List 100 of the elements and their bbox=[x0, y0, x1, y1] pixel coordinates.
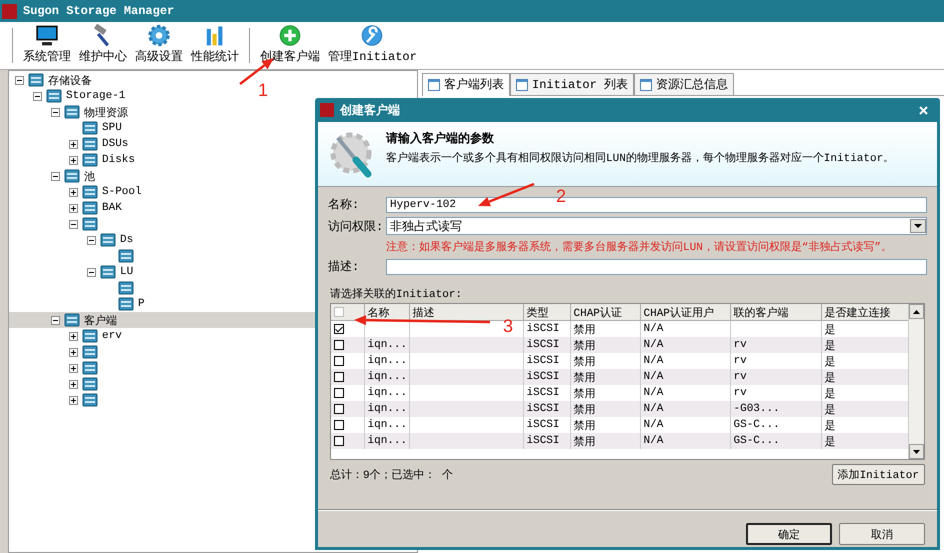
expand-icon[interactable] bbox=[69, 348, 78, 356]
toolbar-button[interactable]: 系统管理 bbox=[19, 22, 75, 69]
dialog-logo-icon bbox=[320, 103, 334, 117]
tree-item[interactable]: 客户端 bbox=[84, 312, 117, 328]
table-cell: 是 bbox=[824, 356, 836, 368]
collapse-icon[interactable] bbox=[51, 316, 60, 324]
device-icon bbox=[82, 121, 98, 135]
row-checkbox[interactable] bbox=[334, 388, 344, 398]
expand-icon[interactable] bbox=[69, 364, 78, 372]
tree-item[interactable]: SPU bbox=[102, 122, 122, 134]
table-cell: rv bbox=[734, 339, 747, 351]
table-cell: 禁用 bbox=[574, 404, 596, 416]
scroll-up-icon[interactable] bbox=[913, 310, 920, 314]
tree-item[interactable]: S-Pool bbox=[102, 186, 142, 198]
input-field[interactable] bbox=[386, 258, 927, 274]
expand-icon[interactable] bbox=[69, 396, 78, 404]
dialog-title: 创建客户端 bbox=[340, 102, 400, 118]
add-initiator-button[interactable]: 添加Initiator bbox=[832, 464, 925, 485]
table-cell: iqn... bbox=[368, 387, 408, 399]
tree-item[interactable]: P bbox=[138, 298, 145, 310]
field-label: 名称: bbox=[328, 197, 360, 213]
column-header[interactable]: CHAP认证用户 bbox=[640, 304, 730, 320]
table-cell: iqn... bbox=[368, 419, 408, 431]
tree-item[interactable]: erv bbox=[102, 330, 122, 342]
expand-icon[interactable] bbox=[69, 332, 78, 340]
expand-icon[interactable] bbox=[69, 188, 78, 196]
tree-item[interactable]: 物理资源 bbox=[84, 104, 128, 120]
column-header[interactable]: 是否建立连接 bbox=[821, 304, 908, 320]
row-checkbox[interactable] bbox=[334, 340, 344, 350]
toolbar-button[interactable]: 高级设置 bbox=[131, 22, 187, 69]
device-icon bbox=[28, 73, 44, 87]
expand-icon[interactable] bbox=[69, 380, 78, 388]
scroll-down-icon[interactable] bbox=[913, 450, 920, 454]
table-cell: 是 bbox=[824, 340, 836, 352]
table-cell: iqn... bbox=[368, 355, 408, 367]
row-checkbox[interactable] bbox=[334, 324, 344, 334]
collapse-icon[interactable] bbox=[51, 108, 60, 116]
table-cell: N/A bbox=[644, 387, 664, 399]
select-all-checkbox[interactable] bbox=[334, 307, 344, 317]
toolbar-button[interactable]: 管理Initiator bbox=[324, 22, 421, 69]
scrollbar[interactable] bbox=[908, 304, 924, 459]
table-cell: N/A bbox=[644, 339, 664, 351]
row-checkbox[interactable] bbox=[334, 372, 344, 382]
column-header[interactable]: CHAP认证 bbox=[570, 304, 640, 320]
tree-item[interactable]: Disks bbox=[102, 154, 136, 166]
table-cell: iSCSI bbox=[526, 371, 560, 383]
close-icon bbox=[919, 106, 928, 114]
row-checkbox[interactable] bbox=[334, 420, 344, 430]
table-cell: iqn... bbox=[368, 339, 408, 351]
dialog-button[interactable]: 取消 bbox=[839, 523, 925, 545]
table-cell: 禁用 bbox=[574, 420, 596, 432]
collapse-icon[interactable] bbox=[15, 76, 24, 84]
tab[interactable]: 客户端列表 bbox=[422, 73, 510, 96]
collapse-icon[interactable] bbox=[51, 172, 60, 180]
table-cell: 禁用 bbox=[574, 340, 596, 352]
expand-icon[interactable] bbox=[69, 140, 78, 148]
collapse-icon[interactable] bbox=[87, 268, 96, 276]
collapse-icon[interactable] bbox=[33, 92, 42, 100]
expand-icon[interactable] bbox=[69, 156, 78, 164]
column-header[interactable]: 描述 bbox=[409, 304, 523, 320]
tree-item[interactable]: 池 bbox=[84, 168, 95, 184]
window-icon bbox=[640, 78, 652, 90]
expand-icon[interactable] bbox=[69, 204, 78, 212]
tab[interactable]: 资源汇总信息 bbox=[634, 73, 734, 95]
device-icon bbox=[64, 169, 80, 183]
device-icon bbox=[82, 361, 98, 375]
section-label: 请选择关联的Initiator: bbox=[330, 286, 464, 301]
field-label: 访问权限: bbox=[328, 218, 384, 234]
selection-summary: 总计：9个；已选中： 个 bbox=[330, 468, 454, 482]
tree-item[interactable]: DSUs bbox=[102, 138, 128, 150]
tab[interactable]: Initiator 列表 bbox=[510, 73, 634, 95]
device-icon bbox=[82, 329, 98, 343]
dialog-button[interactable]: 确定 bbox=[746, 523, 832, 545]
table-cell: N/A bbox=[644, 323, 664, 335]
table-cell: N/A bbox=[644, 403, 664, 415]
dialog-heading: 请输入客户端的参数 bbox=[386, 130, 495, 147]
column-header[interactable]: 类型 bbox=[523, 304, 570, 320]
collapse-icon[interactable] bbox=[69, 220, 78, 228]
column-header[interactable]: 联的客户端 bbox=[730, 304, 821, 320]
tree-item[interactable]: BAK bbox=[102, 202, 122, 214]
toolbar-button[interactable]: 维护中心 bbox=[75, 22, 131, 69]
table-cell: iqn... bbox=[368, 403, 408, 415]
app-logo-icon bbox=[2, 4, 17, 18]
device-icon bbox=[100, 265, 116, 279]
dropdown[interactable]: 非独占式读写 bbox=[386, 217, 927, 235]
toolbar-button[interactable]: 性能统计 bbox=[187, 22, 243, 69]
table-cell: iqn... bbox=[368, 371, 408, 383]
device-icon bbox=[82, 377, 98, 391]
row-checkbox[interactable] bbox=[334, 404, 344, 414]
row-checkbox[interactable] bbox=[334, 356, 344, 366]
table-cell: rv bbox=[734, 371, 747, 383]
table-cell: 是 bbox=[824, 324, 836, 336]
tree-item[interactable]: 存储设备 bbox=[48, 72, 92, 88]
table-cell: 是 bbox=[824, 420, 836, 432]
tree-item[interactable]: Ds bbox=[120, 234, 134, 246]
tree-item[interactable]: LU bbox=[120, 266, 134, 278]
row-checkbox[interactable] bbox=[334, 436, 344, 446]
collapse-icon[interactable] bbox=[87, 236, 96, 244]
tree-item[interactable]: Storage-1 bbox=[66, 90, 126, 102]
device-icon bbox=[46, 89, 62, 103]
